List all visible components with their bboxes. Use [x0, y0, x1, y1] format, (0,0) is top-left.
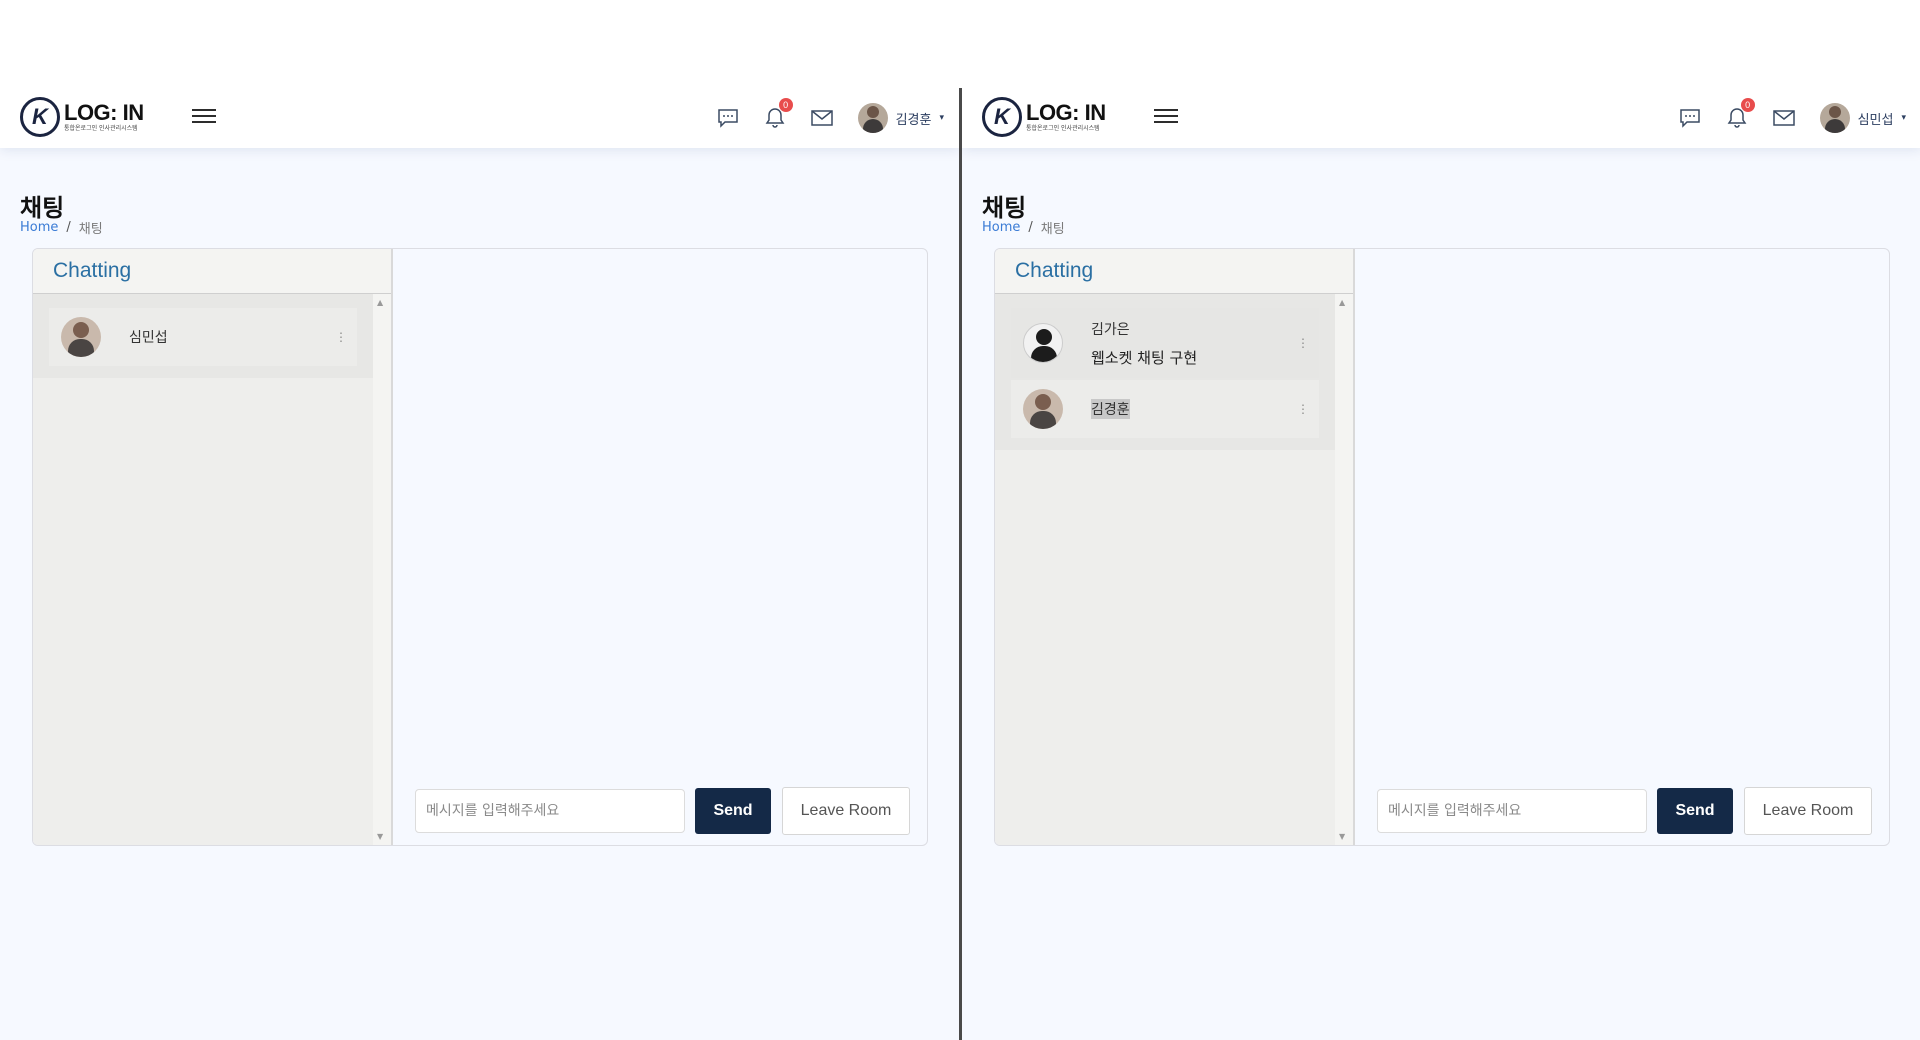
message-input[interactable]: [1377, 789, 1647, 833]
logo-text: LOG: IN 통합온로그인 인사관리시스템: [64, 102, 144, 132]
send-button[interactable]: Send: [695, 788, 771, 834]
send-button[interactable]: Send: [1657, 788, 1733, 834]
chat-icon[interactable]: [1676, 104, 1704, 132]
leave-room-button[interactable]: Leave Room: [782, 787, 910, 835]
room-name: 심민섭: [129, 330, 168, 346]
bell-icon[interactable]: 0: [761, 98, 793, 132]
top-navbar: K LOG: IN 통합온로그인 인사관리시스템 0 심민섭 ▾: [962, 88, 1920, 148]
notification-badge: 0: [778, 98, 793, 112]
chat-card-header: Chatting: [33, 249, 391, 294]
room-avatar: [1023, 389, 1063, 429]
room-list-panel: Chatting 김가은 웹소켓 채팅 구현 ⋮ 김경훈 ⋮ ▲ ▼: [995, 249, 1355, 845]
room-name: 김가은: [1091, 321, 1130, 338]
room-list-scrollbar[interactable]: ▲ ▼: [1335, 294, 1353, 845]
room-list-group: 심민섭 ⋮: [33, 294, 373, 378]
mail-icon[interactable]: [808, 104, 836, 132]
room-list[interactable]: 김가은 웹소켓 채팅 구현 ⋮ 김경훈 ⋮: [995, 294, 1335, 845]
room-item[interactable]: 김가은 웹소켓 채팅 구현 ⋮: [1011, 308, 1319, 378]
scroll-down-icon[interactable]: ▼: [377, 832, 383, 841]
chat-pane-left: K LOG: IN 통합온로그인 인사관리시스템 0 김경훈 ▾ 채팅 Home…: [0, 88, 960, 1040]
message-input[interactable]: [415, 789, 685, 833]
breadcrumb-current: 채팅: [1040, 222, 1065, 237]
user-avatar: [857, 103, 888, 133]
logo-text: LOG: IN 통합온로그인 인사관리시스템: [1026, 102, 1106, 132]
scroll-up-icon[interactable]: ▲: [377, 298, 383, 307]
profile-name: 김경훈: [895, 112, 932, 128]
logo-title: LOG: IN: [1026, 100, 1106, 125]
message-input-row: Send Leave Room: [1377, 787, 1872, 835]
room-item[interactable]: 심민섭 ⋮: [49, 308, 357, 366]
breadcrumb-home-link[interactable]: Home: [982, 220, 1020, 235]
room-avatar: [61, 317, 101, 357]
kebab-icon[interactable]: ⋮: [335, 331, 347, 343]
caret-down-icon: ▾: [1901, 113, 1906, 123]
bell-icon[interactable]: 0: [1723, 98, 1755, 132]
profile-menu[interactable]: 심민섭 ▾: [1819, 103, 1906, 133]
breadcrumb: Home / 채팅: [20, 218, 103, 237]
breadcrumb-home-link[interactable]: Home: [20, 220, 58, 235]
breadcrumb-separator: /: [1028, 220, 1033, 235]
message-input-row: Send Leave Room: [415, 787, 910, 835]
room-list-group: 김가은 웹소켓 채팅 구현 ⋮ 김경훈 ⋮: [995, 294, 1335, 450]
kebab-icon[interactable]: ⋮: [1297, 403, 1309, 415]
logo-subtitle: 통합온로그인 인사관리시스템: [64, 125, 138, 132]
room-text: 김가은 웹소켓 채팅 구현: [1091, 319, 1197, 368]
room-avatar: [1023, 323, 1063, 363]
chat-icon[interactable]: [714, 104, 742, 132]
room-list-scrollbar[interactable]: ▲ ▼: [373, 294, 391, 845]
breadcrumb: Home / 채팅: [982, 218, 1065, 237]
breadcrumb-separator: /: [66, 220, 71, 235]
logo-mark-icon: K: [982, 97, 1022, 137]
brand-logo[interactable]: K LOG: IN 통합온로그인 인사관리시스템: [982, 97, 1106, 137]
chat-card: Chatting 김가은 웹소켓 채팅 구현 ⋮ 김경훈 ⋮ ▲ ▼ 메시지를 …: [994, 248, 1890, 846]
room-item[interactable]: 김경훈 ⋮: [1011, 380, 1319, 438]
profile-menu[interactable]: 김경훈 ▾: [857, 103, 944, 133]
room-list-panel: Chatting 심민섭 ⋮ ▲ ▼: [33, 249, 393, 845]
mail-icon[interactable]: [1770, 104, 1798, 132]
caret-down-icon: ▾: [939, 113, 944, 123]
logo-subtitle: 통합온로그인 인사관리시스템: [1026, 125, 1100, 132]
logo-mark-icon: K: [20, 97, 60, 137]
room-last-message: 웹소켓 채팅 구현: [1091, 348, 1198, 367]
navbar-actions: 0 김경훈 ▾: [695, 98, 944, 138]
scroll-up-icon[interactable]: ▲: [1339, 298, 1345, 307]
scroll-down-icon[interactable]: ▼: [1339, 832, 1345, 841]
room-text: 김경훈: [1091, 399, 1130, 419]
notification-badge: 0: [1740, 98, 1755, 112]
leave-room-button[interactable]: Leave Room: [1744, 787, 1872, 835]
brand-logo[interactable]: K LOG: IN 통합온로그인 인사관리시스템: [20, 97, 144, 137]
chat-pane-right: K LOG: IN 통합온로그인 인사관리시스템 0 심민섭 ▾ 채팅 Home…: [962, 88, 1920, 1040]
kebab-icon[interactable]: ⋮: [1297, 337, 1309, 349]
menu-icon[interactable]: [192, 106, 216, 126]
profile-name: 심민섭: [1857, 112, 1894, 128]
top-navbar: K LOG: IN 통합온로그인 인사관리시스템 0 김경훈 ▾: [0, 88, 960, 148]
menu-icon[interactable]: [1154, 106, 1178, 126]
user-avatar: [1819, 103, 1850, 133]
chat-card-header: Chatting: [995, 249, 1353, 294]
room-name: 김경훈: [1091, 399, 1130, 419]
room-list[interactable]: 심민섭 ⋮: [33, 294, 373, 845]
breadcrumb-current: 채팅: [78, 222, 103, 237]
chat-card: Chatting 심민섭 ⋮ ▲ ▼ Send: [32, 248, 928, 846]
logo-title: LOG: IN: [64, 100, 144, 125]
room-text: 심민섭: [129, 327, 168, 347]
navbar-actions: 0 심민섭 ▾: [1657, 98, 1906, 138]
